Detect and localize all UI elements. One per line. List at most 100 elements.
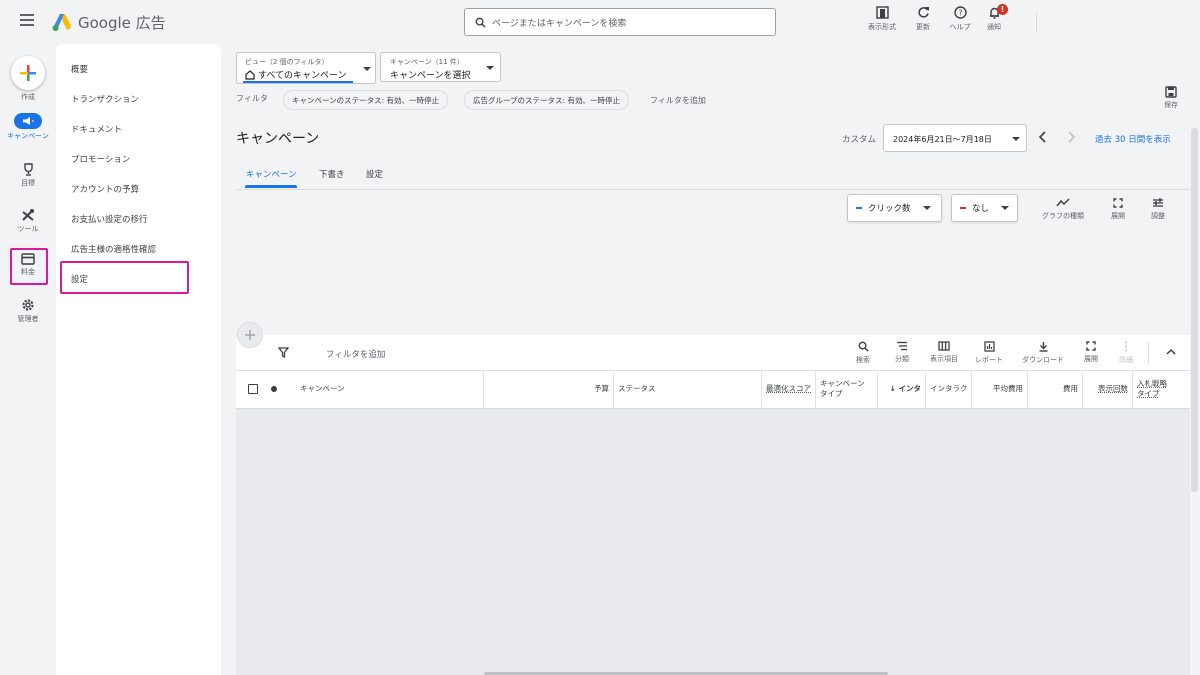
tab-drafts[interactable]: 下書き — [319, 168, 345, 180]
save-button[interactable]: 保存 — [1164, 86, 1178, 110]
collapse-table-button[interactable] — [1166, 348, 1176, 358]
notifications-button[interactable]: 通知 ! — [974, 4, 1014, 40]
table-search-button[interactable]: 検索 — [851, 341, 875, 365]
google-ads-logo-icon — [52, 14, 71, 31]
date-caret-icon — [1012, 137, 1020, 141]
metric2-color-swatch — [960, 207, 966, 209]
date-custom-label: カスタム — [842, 135, 877, 145]
search-icon — [858, 341, 869, 352]
rail-admin[interactable]: 管理者 — [4, 298, 52, 324]
table-add-filter-input[interactable]: フィルタを追加 — [326, 348, 385, 360]
refresh-icon — [917, 7, 929, 18]
segment-icon — [897, 341, 907, 351]
view-selector-caret-icon — [363, 67, 371, 71]
refresh-button[interactable]: 更新 — [903, 6, 943, 40]
status-dot-icon — [271, 386, 277, 392]
search-icon — [475, 17, 486, 28]
chart-expand-button[interactable]: 展開 — [1106, 198, 1130, 221]
add-filter-link[interactable]: フィルタを追加 — [650, 95, 706, 106]
filter-label: フィルタ — [236, 94, 268, 103]
trophy-icon — [23, 163, 33, 176]
display-format-button[interactable]: 表示形式 — [862, 6, 902, 40]
expand-icon — [1086, 341, 1096, 351]
campaign-selector-caret-icon — [486, 66, 494, 70]
app-name: Google 広告 — [78, 13, 166, 32]
table-expand-button[interactable]: 展開 — [1079, 341, 1103, 364]
rail-goals[interactable]: 目標 — [4, 163, 52, 188]
col-header-interaction-rate[interactable]: インタラク — [926, 370, 972, 408]
table-segment-button[interactable]: 分類 — [890, 341, 914, 364]
add-campaign-button[interactable] — [237, 322, 263, 348]
columns-icon — [938, 341, 950, 351]
nav-item-transactions[interactable]: トランザクション — [71, 93, 139, 105]
home-icon — [245, 69, 255, 80]
menu-icon[interactable] — [20, 14, 34, 26]
chevron-up-icon — [1166, 348, 1176, 355]
header-divider — [1036, 12, 1037, 32]
graph-type-button[interactable]: グラフの種類 — [1040, 198, 1086, 221]
svg-text:?: ? — [958, 9, 962, 18]
col-header-cost[interactable]: 費用 — [1028, 370, 1083, 408]
nav-item-account-budget[interactable]: アカウントの予算 — [71, 183, 139, 195]
search-placeholder: ページまたはキャンペーンを検索 — [492, 18, 627, 29]
col-header-interactions[interactable]: ↓ インタ — [878, 370, 926, 408]
notification-badge: ! — [997, 4, 1008, 15]
billing-nav-panel: 概要 トランザクション ドキュメント プロモーション アカウントの予算 お支払い… — [56, 44, 221, 675]
table-download-button[interactable]: ダウンロード — [1017, 341, 1069, 365]
campaign-selector[interactable]: キャンペーン（11 件） キャンペーンを選択 — [380, 52, 501, 82]
filter-icon — [277, 347, 290, 359]
nav-item-documents[interactable]: ドキュメント — [71, 123, 122, 135]
date-range-picker[interactable]: 2024年6月21日〜7月18日 — [883, 124, 1027, 152]
nav-item-promotions[interactable]: プロモーション — [71, 153, 130, 165]
col-header-avg-cost[interactable]: 平均費用 — [972, 370, 1028, 408]
rail-campaigns[interactable]: キャンペーン — [4, 113, 52, 141]
gear-icon — [22, 299, 34, 311]
toolbar-divider — [1148, 342, 1149, 364]
tune-icon — [1153, 198, 1163, 207]
tab-settings[interactable]: 設定 — [366, 168, 383, 180]
col-header-status[interactable]: ステータス — [614, 370, 762, 408]
save-icon — [1165, 86, 1177, 98]
search-input[interactable]: ページまたはキャンペーンを検索 — [464, 8, 776, 36]
col-header-impressions[interactable]: 表示回数 — [1083, 370, 1133, 408]
metric-selector-clicks[interactable]: クリック数 — [847, 194, 942, 222]
vertical-scrollbar[interactable] — [1191, 128, 1198, 492]
tools-icon — [22, 209, 34, 221]
download-icon — [1039, 342, 1047, 352]
filter-chip-campaign-status[interactable]: キャンペーンのステータス: 有効、一時停止 — [283, 90, 449, 110]
megaphone-icon — [14, 113, 42, 129]
metric1-caret-icon — [922, 206, 931, 210]
tab-campaigns[interactable]: キャンペーン — [246, 168, 297, 180]
date-next-button[interactable] — [1066, 131, 1076, 146]
col-header-optimization-score[interactable]: 最適化スコア — [762, 370, 816, 408]
metric-selector-none[interactable]: なし — [951, 194, 1018, 222]
filter-chip-adgroup-status[interactable]: 広告グループのステータス: 有効、一時停止 — [464, 90, 629, 110]
table-columns-button[interactable]: 表示項目 — [926, 341, 962, 364]
display-format-icon — [875, 6, 889, 19]
rail-tools[interactable]: ツール — [4, 208, 52, 234]
chevron-right-icon — [1068, 131, 1076, 143]
col-header-bid-strategy-type[interactable]: 入札戦略 タイプ — [1133, 370, 1183, 408]
col-header-campaign-type[interactable]: キャンペーン タイプ — [816, 370, 878, 408]
compare-last-30-days-link[interactable]: 過去 30 日間を表示 — [1095, 133, 1171, 145]
nav-item-advertiser-verification[interactable]: 広告主様の適格性確認 — [71, 243, 156, 255]
select-all-checkbox[interactable] — [248, 384, 258, 394]
app-logo[interactable]: Google 広告 — [52, 12, 166, 32]
view-selector[interactable]: ビュー（2 個のフィルタ） すべてのキャンペーン — [236, 52, 376, 84]
table-reports-button[interactable]: レポート — [971, 341, 1007, 365]
reports-icon — [983, 341, 995, 352]
plus-icon — [245, 330, 255, 340]
col-header-budget[interactable]: 予算 — [484, 370, 614, 408]
settings-highlight-box — [60, 261, 189, 294]
more-vert-icon — [1125, 341, 1127, 352]
table-details-button[interactable]: 詳細 — [1114, 341, 1138, 365]
table-filter-button[interactable] — [277, 347, 290, 361]
metric1-color-swatch — [856, 207, 862, 209]
nav-item-summary[interactable]: 概要 — [71, 63, 88, 75]
chart-adjust-button[interactable]: 調整 — [1146, 198, 1170, 221]
col-header-campaign[interactable]: キャンペーン — [296, 370, 484, 408]
date-prev-button[interactable] — [1038, 131, 1048, 146]
nav-item-payment-migration[interactable]: お支払い設定の移行 — [71, 213, 148, 225]
metric2-caret-icon — [1001, 206, 1009, 210]
create-button[interactable]: 作成 — [4, 56, 52, 102]
